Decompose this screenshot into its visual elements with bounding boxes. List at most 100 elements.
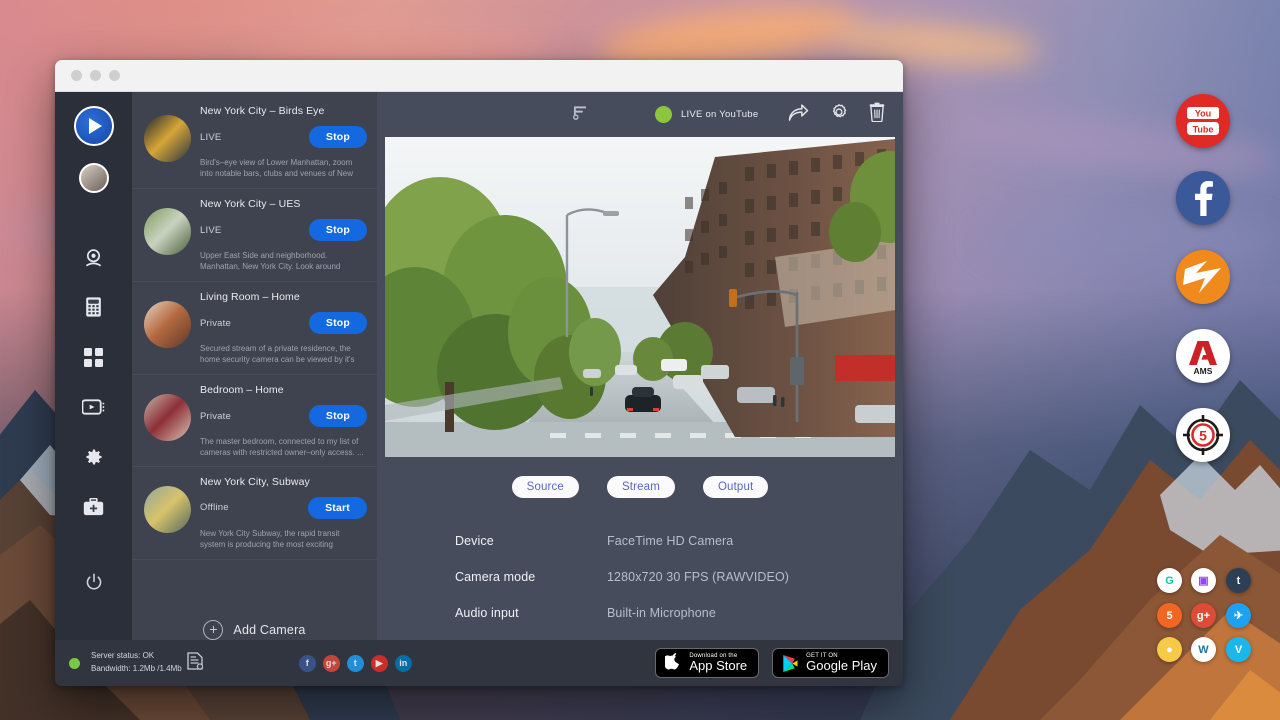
tab-source[interactable]: Source (512, 476, 579, 498)
main-panel: LIVE on YouTube (377, 92, 903, 640)
camera-list-item[interactable]: New York City – UESLIVEStopUpper East Si… (132, 189, 377, 282)
sidebar-item-grid[interactable] (72, 335, 116, 379)
desktop-icon-youtube[interactable]: You Tube (1176, 94, 1230, 148)
camera-action-button[interactable]: Stop (309, 312, 367, 334)
desktop-icon-adobe-ams[interactable]: AMS (1176, 329, 1230, 383)
adobe-ams-icon: AMS (1183, 337, 1223, 375)
plus-icon: + (203, 620, 223, 640)
spec-row: DeviceFaceTime HD Camera (455, 534, 903, 548)
app-store-badge[interactable]: Download on the App Store (655, 648, 759, 678)
sort-icon[interactable] (573, 104, 588, 125)
close-button[interactable] (71, 70, 82, 81)
minimize-button[interactable] (90, 70, 101, 81)
gear-icon[interactable] (829, 102, 849, 127)
spec-row: Audio inputBuilt-in Microphone (455, 606, 903, 620)
spec-label: Device (455, 534, 607, 548)
camera-status: LIVE (200, 225, 221, 236)
power-icon (85, 573, 103, 591)
share-icon[interactable] (788, 103, 809, 127)
camera-description: Secured stream of a private residence, t… (200, 343, 367, 367)
grid-icon (84, 348, 103, 367)
cloud-streak (948, 103, 1280, 187)
camera-title: New York City – UES (200, 198, 367, 210)
camera-list-item[interactable]: New York City – Birds EyeLIVEStopBird's–… (132, 96, 377, 189)
gear-icon (84, 447, 104, 467)
sidebar-item-toolkit[interactable] (72, 485, 116, 529)
sidebar-item-cameras[interactable] (72, 235, 116, 279)
app-logo[interactable] (74, 106, 114, 146)
camera-title: Bedroom – Home (200, 384, 367, 396)
social-icon-googleplus[interactable]: g+ (323, 655, 340, 672)
google-play-badge[interactable]: GET IT ON Google Play (772, 648, 889, 678)
desktop-icon-tumblr[interactable]: t (1226, 568, 1251, 593)
document-icon[interactable] (187, 652, 203, 675)
camera-thumbnail (144, 394, 191, 441)
calculator-icon (84, 296, 103, 318)
sidebar-item-player[interactable] (72, 385, 116, 429)
sidebar-item-devices[interactable] (72, 285, 116, 329)
live-status-label: LIVE on YouTube (681, 109, 758, 120)
spec-value[interactable]: 1280x720 30 FPS (RAWVIDEO) (607, 570, 789, 584)
tab-output[interactable]: Output (703, 476, 768, 498)
desktop-icon-vimeo[interactable]: V (1226, 637, 1251, 662)
desktop-icon-googleplus[interactable]: g+ (1191, 603, 1216, 628)
social-icon-youtube[interactable]: ▶ (371, 655, 388, 672)
crosshair-5-icon: 5 (1180, 412, 1226, 458)
social-links: f g+ t ▶ in (299, 655, 412, 672)
desktop-icon-winamp[interactable] (1176, 250, 1230, 304)
window-titlebar[interactable] (55, 60, 903, 92)
desktop-icon-flare[interactable]: ● (1157, 637, 1182, 662)
camera-description: The master bedroom, connected to my list… (200, 436, 367, 459)
camera-action-button[interactable]: Start (308, 497, 367, 519)
sidebar-item-settings[interactable] (72, 435, 116, 479)
app-window: New York City – Birds EyeLIVEStopBird's–… (55, 60, 903, 686)
maximize-button[interactable] (109, 70, 120, 81)
camera-list-item[interactable]: New York City, SubwayOfflineStartNew Yor… (132, 467, 377, 560)
app-store-big: App Store (689, 659, 747, 673)
desktop-icon-grammarly[interactable]: G (1157, 568, 1182, 593)
live-indicator-dot (655, 106, 672, 123)
power-button[interactable] (72, 560, 116, 604)
store-badges: Download on the App Store GET IT ON Goog… (655, 648, 889, 678)
cloud-streak (980, 210, 1280, 270)
desktop-icon-feed5[interactable]: 5 (1157, 603, 1182, 628)
desktop-icon-twitch[interactable]: ▣ (1191, 568, 1216, 593)
apple-icon (665, 653, 682, 673)
svg-text:AMS: AMS (1194, 366, 1213, 375)
camera-action-button[interactable]: Stop (309, 405, 367, 427)
camera-list-item[interactable]: Bedroom – Home PrivateStop The master bedr… (132, 375, 377, 467)
camera-list-item[interactable]: Living Room – HomePrivateStopSecured str… (132, 282, 377, 375)
camera-status-row: PrivateStop (200, 312, 367, 334)
server-status-text: Server status: OK Bandwidth: 1.2Mb /1.4M… (91, 650, 182, 676)
camera-action-button[interactable]: Stop (309, 219, 367, 241)
camera-list[interactable]: New York City – Birds EyeLIVEStopBird's–… (132, 92, 377, 596)
add-camera-button[interactable]: + Add Camera (132, 596, 377, 640)
tab-stream[interactable]: Stream (607, 476, 675, 498)
svg-text:Tube: Tube (1193, 124, 1214, 134)
desktop-icon-target5[interactable]: 5 (1176, 408, 1230, 462)
spec-value[interactable]: FaceTime HD Camera (607, 534, 733, 548)
camera-thumbnail (144, 115, 191, 162)
user-avatar[interactable] (79, 163, 109, 193)
desktop-icon-twitter[interactable]: ✈ (1226, 603, 1251, 628)
google-play-big: Google Play (806, 659, 877, 673)
server-status-line: Server status: OK (91, 650, 182, 663)
trash-icon[interactable] (869, 102, 885, 127)
camera-info: New York City – UESLIVEStopUpper East Si… (200, 196, 367, 274)
social-icon-twitter[interactable]: t (347, 655, 364, 672)
spec-row: Camera mode1280x720 30 FPS (RAWVIDEO) (455, 570, 903, 584)
spec-label: Audio input (455, 606, 607, 620)
toolbox-icon (83, 498, 104, 517)
camera-action-button[interactable]: Stop (309, 126, 367, 148)
desktop-icon-facebook[interactable] (1176, 171, 1230, 225)
camera-description: New York City Subway, the rapid transit … (200, 528, 367, 552)
video-preview[interactable] (385, 137, 895, 457)
social-icon-facebook[interactable]: f (299, 655, 316, 672)
play-triangle-icon (89, 118, 102, 134)
desktop-icon-wordpress[interactable]: W (1191, 637, 1216, 662)
camera-status-row: PrivateStop (200, 405, 367, 427)
main-toolbar: LIVE on YouTube (377, 92, 903, 137)
status-bar: Server status: OK Bandwidth: 1.2Mb /1.4M… (55, 640, 903, 686)
spec-value[interactable]: Built-in Microphone (607, 606, 716, 620)
social-icon-linkedin[interactable]: in (395, 655, 412, 672)
